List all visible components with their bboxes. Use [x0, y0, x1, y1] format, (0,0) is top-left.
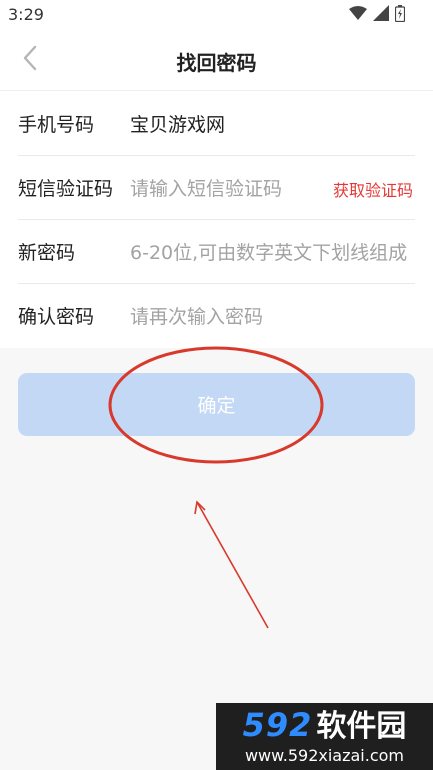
reset-password-form: 手机号码 宝贝游戏网 短信验证码 请输入短信验证码 获取验证码 新密码 6-20…	[0, 91, 433, 348]
site-watermark: 592 软件园 www.592xiazai.com	[216, 703, 433, 770]
sms-code-row: 短信验证码 请输入短信验证码 获取验证码	[18, 155, 415, 220]
signal-icon	[373, 5, 389, 25]
status-time: 3:29	[8, 5, 44, 24]
page-title: 找回密码	[176, 51, 257, 75]
sms-code-input[interactable]: 请输入短信验证码	[130, 174, 282, 201]
get-code-button[interactable]: 获取验证码	[333, 177, 413, 201]
battery-icon	[394, 4, 406, 26]
confirm-password-row: 确认密码 请再次输入密码	[18, 283, 415, 347]
watermark-number: 592	[242, 705, 313, 744]
new-password-input[interactable]: 6-20位,可由数字英文下划线组成	[130, 238, 407, 265]
phone-row: 手机号码 宝贝游戏网	[18, 91, 415, 156]
phone-input[interactable]: 宝贝游戏网	[130, 110, 225, 137]
annotation-arrow-head	[194, 500, 206, 515]
confirm-password-input[interactable]: 请再次输入密码	[130, 302, 263, 329]
status-bar: 3:29	[0, 0, 433, 30]
sms-code-label: 短信验证码	[18, 178, 114, 200]
annotation-arrow-line	[196, 501, 269, 629]
wifi-icon	[349, 5, 367, 25]
watermark-url: www.592xiazai.com	[244, 745, 405, 765]
new-password-label: 新密码	[18, 242, 76, 264]
confirm-password-label: 确认密码	[18, 306, 95, 328]
app-header: 找回密码	[0, 30, 433, 91]
confirm-button[interactable]: 确定	[18, 373, 415, 436]
new-password-row: 新密码 6-20位,可由数字英文下划线组成	[18, 219, 415, 284]
phone-label: 手机号码	[18, 114, 95, 136]
status-icons	[349, 4, 406, 26]
watermark-name: 软件园	[316, 708, 407, 744]
